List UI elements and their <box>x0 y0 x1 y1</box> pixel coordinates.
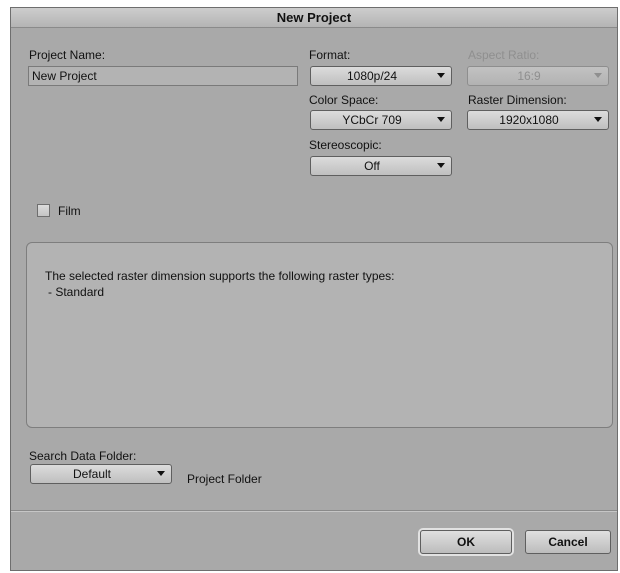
aspect-ratio-value: 16:9 <box>517 69 541 83</box>
raster-dimension-dropdown[interactable]: 1920x1080 <box>467 110 609 130</box>
ok-button[interactable]: OK <box>420 530 512 554</box>
dialog-title: New Project <box>11 8 617 28</box>
new-project-dialog: New Project Project Name: New Project Fo… <box>10 7 618 571</box>
aspect-ratio-label: Aspect Ratio: <box>468 48 540 62</box>
raster-info-text: The selected raster dimension supports t… <box>45 269 395 283</box>
format-dropdown[interactable]: 1080p/24 <box>310 66 452 86</box>
chevron-down-icon <box>437 163 445 168</box>
format-label: Format: <box>309 48 351 62</box>
aspect-ratio-dropdown: 16:9 <box>467 66 609 86</box>
raster-type-item: - Standard <box>48 285 105 299</box>
color-space-value: YCbCr 709 <box>342 113 402 127</box>
stereoscopic-label: Stereoscopic: <box>309 138 382 152</box>
chevron-down-icon <box>157 471 165 476</box>
film-checkbox[interactable] <box>37 204 50 217</box>
footer-divider-highlight <box>11 511 617 512</box>
search-data-folder-value: Default <box>72 467 112 481</box>
format-value: 1080p/24 <box>346 69 398 83</box>
chevron-down-icon <box>594 117 602 122</box>
stereoscopic-value: Off <box>364 159 380 173</box>
search-data-folder-label: Search Data Folder: <box>29 449 137 463</box>
chevron-down-icon <box>437 117 445 122</box>
raster-dimension-label: Raster Dimension: <box>468 93 567 107</box>
color-space-label: Color Space: <box>309 93 379 107</box>
film-label[interactable]: Film <box>58 204 81 218</box>
chevron-down-icon <box>437 73 445 78</box>
project-name-input[interactable]: New Project <box>28 66 298 86</box>
raster-dimension-value: 1920x1080 <box>499 113 559 127</box>
chevron-down-icon <box>594 73 602 78</box>
raster-info-box: The selected raster dimension supports t… <box>26 242 613 428</box>
stereoscopic-dropdown[interactable]: Off <box>310 156 452 176</box>
cancel-button[interactable]: Cancel <box>525 530 611 554</box>
project-name-label: Project Name: <box>29 48 106 62</box>
project-folder-label: Project Folder <box>187 472 262 486</box>
search-data-folder-dropdown[interactable]: Default <box>30 464 172 484</box>
color-space-dropdown[interactable]: YCbCr 709 <box>310 110 452 130</box>
